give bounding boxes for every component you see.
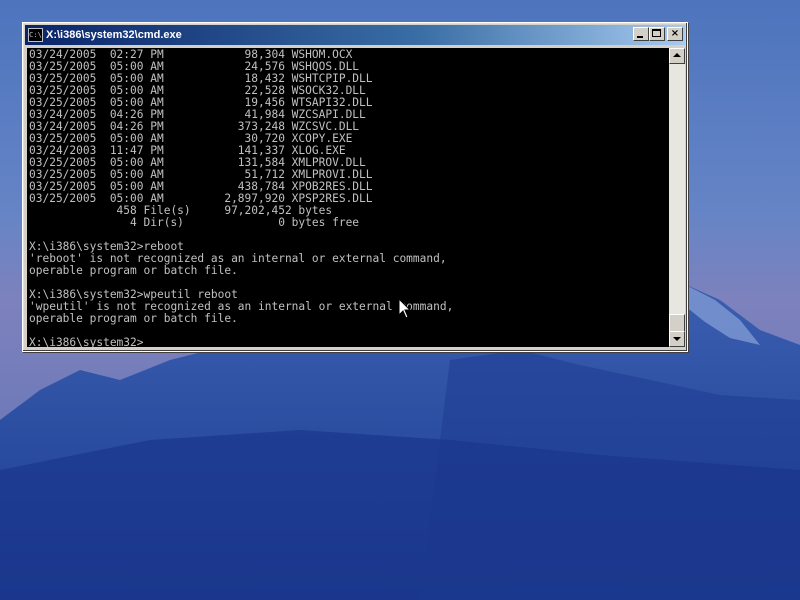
cmd-window[interactable]: C:\ X:\i386\system32\cmd.exe × 03/24/200…: [22, 22, 688, 352]
scroll-down-button[interactable]: [669, 331, 685, 347]
close-icon: ×: [670, 28, 680, 39]
cmd-app-icon[interactable]: C:\: [28, 28, 43, 42]
console-text: 03/24/2005 02:27 PM 98,304 WSHOM.OCX 03/…: [27, 48, 669, 348]
console-output[interactable]: 03/24/2005 02:27 PM 98,304 WSHOM.OCX 03/…: [27, 48, 669, 347]
window-title: X:\i386\system32\cmd.exe: [46, 29, 182, 41]
title-buttons: ×: [633, 27, 683, 41]
scroll-thumb[interactable]: [669, 314, 685, 332]
console-line: 4 Dir(s) 0 bytes free: [29, 216, 360, 229]
maximize-button[interactable]: [649, 27, 665, 41]
arrow-up-icon: [673, 53, 681, 57]
maximize-icon: [652, 29, 661, 37]
vertical-scrollbar[interactable]: [669, 48, 685, 347]
console-line: X:\i386\system32>: [29, 336, 144, 348]
minimize-icon: [637, 36, 643, 38]
console-line: operable program or batch file.: [29, 312, 238, 325]
title-bar[interactable]: C:\ X:\i386\system32\cmd.exe ×: [25, 25, 685, 45]
cmd-app-icon-label: C:\: [29, 31, 42, 39]
console-line: operable program or batch file.: [29, 264, 238, 277]
close-button[interactable]: ×: [667, 27, 683, 41]
scroll-up-button[interactable]: [669, 48, 685, 64]
mouse-pointer-icon: [398, 298, 412, 319]
minimize-button[interactable]: [633, 27, 649, 41]
arrow-down-icon: [673, 337, 681, 341]
